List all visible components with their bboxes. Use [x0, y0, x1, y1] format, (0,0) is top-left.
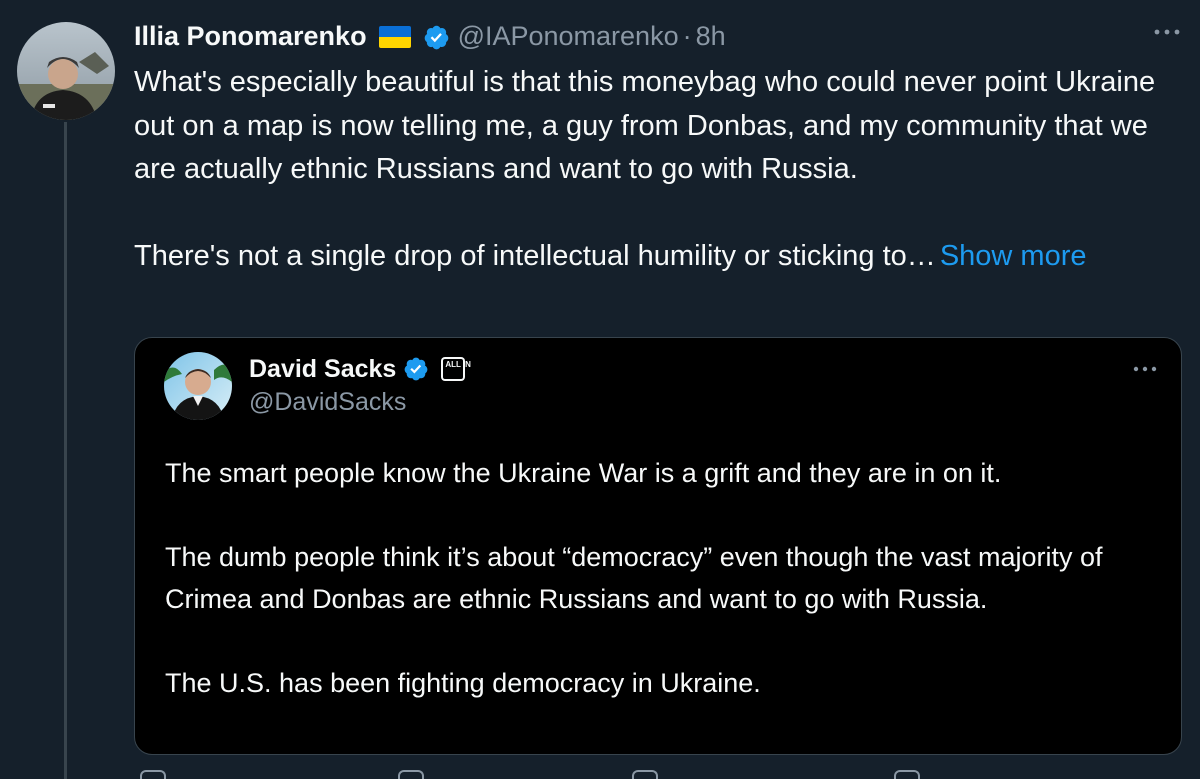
thread-connector-line	[64, 122, 67, 779]
quoted-author-display-name[interactable]: David Sacks	[249, 355, 396, 384]
author-avatar[interactable]	[17, 22, 115, 120]
dot-separator: ·	[682, 20, 692, 51]
more-dots-icon[interactable]	[1131, 360, 1159, 378]
tweet-text: What's especially beautiful is that this…	[134, 61, 1184, 279]
show-more-link[interactable]: Show more	[940, 240, 1087, 272]
all-in-affiliate-badge-icon[interactable]: ALL IN	[441, 357, 471, 381]
tweet-header: Illia Ponomarenko @IAPonomarenko · 8h	[134, 14, 726, 58]
views-icon[interactable]	[894, 770, 920, 779]
tweet-action-bar	[134, 770, 1184, 779]
tweet-paragraph: What's especially beautiful is that this…	[134, 66, 1156, 185]
author-display-name[interactable]: Illia Ponomarenko	[134, 21, 367, 52]
like-icon[interactable]	[632, 770, 658, 779]
verified-badge-icon[interactable]	[423, 24, 450, 51]
quoted-tweet-paragraph: The smart people know the Ukraine War is…	[165, 458, 1002, 488]
quoted-author-handle[interactable]: @DavidSacks	[249, 388, 406, 417]
affiliate-badge-text: ALL IN	[443, 359, 471, 379]
quoted-tweet-paragraph: The dumb people think it’s about “democr…	[165, 542, 1103, 614]
retweet-icon[interactable]	[398, 770, 424, 779]
tweet-paragraph: There's not a single drop of intellectua…	[134, 240, 1087, 272]
quoted-author-avatar-image	[164, 352, 232, 420]
quoted-tweet-paragraph: The U.S. has been fighting democracy in …	[165, 668, 761, 698]
author-avatar-image	[17, 22, 115, 120]
quoted-author-avatar[interactable]	[164, 352, 232, 420]
tweet-timestamp[interactable]: 8h	[696, 21, 726, 52]
quoted-tweet-text: The smart people know the Ukraine War is…	[165, 452, 1165, 704]
ukraine-flag-icon	[378, 26, 411, 48]
quoted-tweet-header: David Sacks ALL IN	[249, 352, 471, 386]
author-handle[interactable]: @IAPonomarenko	[458, 21, 679, 52]
more-dots-icon[interactable]	[1152, 22, 1182, 42]
quoted-tweet-card[interactable]: David Sacks ALL IN @DavidSacks The smart…	[134, 337, 1182, 755]
verified-badge-icon[interactable]	[403, 356, 429, 382]
reply-icon[interactable]	[140, 770, 166, 779]
